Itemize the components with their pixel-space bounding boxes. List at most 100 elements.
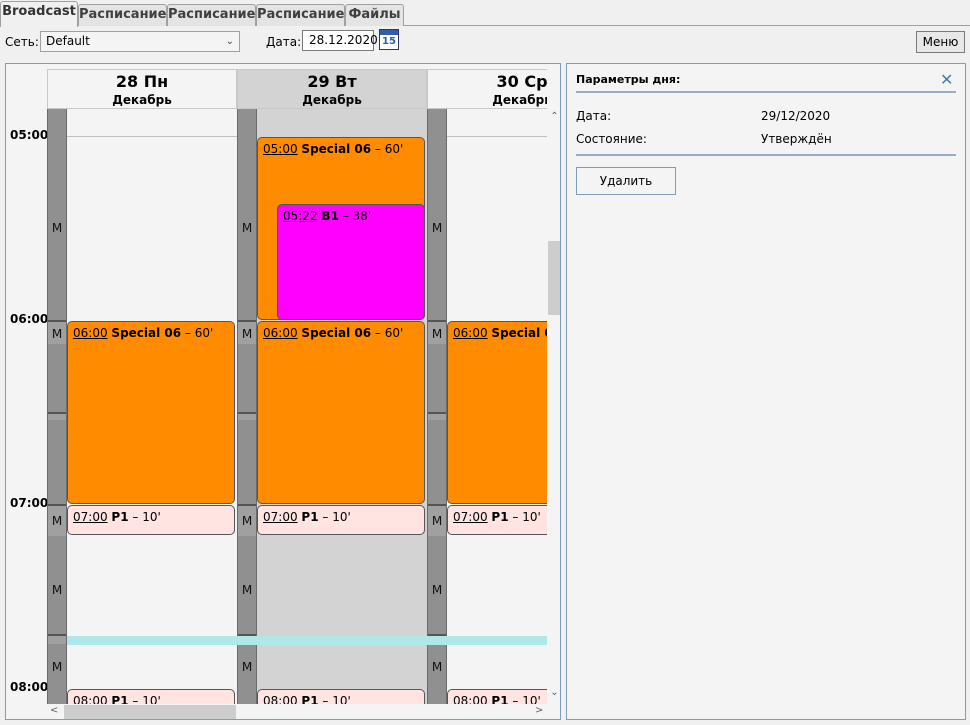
event-p1[interactable]: 07:00 P1 – 10' (257, 505, 425, 535)
calendar-icon[interactable]: 15 (379, 29, 399, 50)
event-name: P1 (111, 510, 129, 524)
day-header[interactable]: 30 Ср Декабрь (427, 69, 547, 109)
marker-segment (428, 412, 446, 420)
tab-schedule-2[interactable]: Расписание (167, 4, 256, 26)
event-time: 08:00 (263, 694, 298, 704)
event-name: Special 06 (491, 326, 547, 340)
event-name: P1 (111, 694, 129, 704)
marker-label: M (241, 327, 253, 341)
scroll-left-icon[interactable]: < (50, 705, 58, 716)
network-value: Default (46, 34, 90, 48)
event-duration: – 60' (371, 142, 404, 156)
marker-label: M (431, 583, 443, 597)
network-label: Сеть: (5, 35, 39, 49)
horizontal-scrollbar[interactable]: < > (47, 704, 547, 719)
event-p1[interactable]: 07:00 P1 – 10' (447, 505, 547, 535)
day-month: Декабрь (112, 93, 172, 107)
marker-label: M (241, 221, 253, 235)
day-month: Декабрь (492, 93, 547, 107)
marker-label: M (241, 660, 253, 674)
event-duration: – 10' (128, 694, 161, 704)
tab-broadcast[interactable]: Broadcast (0, 1, 78, 27)
event-p1[interactable]: 07:00 P1 – 10' (67, 505, 235, 535)
tab-schedule-3[interactable]: Расписание (256, 4, 345, 26)
event-name: P1 (301, 694, 319, 704)
marker-label: M (241, 583, 253, 597)
delete-button[interactable]: Удалить (576, 167, 676, 195)
event-b1[interactable]: 05:22 B1 – 38' (277, 204, 425, 320)
marker-label: M (51, 514, 63, 528)
time-label: 08:00 (10, 680, 49, 694)
event-time: 06:00 (453, 326, 488, 340)
event-duration: – 10' (318, 694, 351, 704)
event-duration: – 60' (371, 326, 404, 340)
day-title: 28 Пн (115, 72, 169, 91)
day-header-selected[interactable]: 29 Вт Декабрь (237, 69, 427, 109)
date-input[interactable]: 28.12.2020 (302, 30, 378, 51)
day-details-panel: Параметры дня: ✕ Дата: 29/12/2020 Состоя… (566, 63, 966, 720)
event-special[interactable]: 06:00 Special 06 – 60' (257, 321, 425, 504)
event-time: 05:22 (283, 209, 318, 223)
event-p1[interactable]: 08:00 P1 – 10' (67, 689, 235, 704)
tab-files[interactable]: Файлы (345, 4, 404, 26)
day-title: 29 Вт (307, 72, 357, 91)
marker-strip (427, 109, 447, 704)
calendar-view: 05:00 06:00 07:00 08:00 28 Пн Декабрь 29… (5, 63, 561, 720)
marker-label: M (51, 660, 63, 674)
event-name: Special 06 (301, 142, 372, 156)
date-field-value: 29/12/2020 (761, 109, 831, 123)
marker-label: M (241, 514, 253, 528)
event-duration: – 38' (338, 209, 372, 223)
marker-label: M (51, 221, 63, 235)
marker-label: M (51, 327, 63, 341)
vertical-scrollbar[interactable]: ⌃ ⌄ (547, 109, 560, 704)
event-time: 08:00 (453, 694, 488, 704)
marker-label: M (51, 583, 63, 597)
time-label: 07:00 (10, 496, 49, 510)
horizontal-scroll-thumb[interactable] (64, 705, 236, 719)
day-header[interactable]: 28 Пн Декабрь (47, 69, 237, 109)
date-field-label: Дата: (576, 109, 612, 123)
event-special[interactable]: 06:00 Special 06 (447, 321, 547, 504)
divider (576, 91, 956, 93)
event-name: Special 06 (301, 326, 372, 340)
marker-segment (48, 634, 66, 644)
marker-label: M (431, 327, 443, 341)
event-duration: – 10' (508, 510, 541, 524)
divider (576, 154, 956, 156)
marker-segment (238, 412, 256, 420)
event-time: 08:00 (73, 694, 108, 704)
event-time: 07:00 (73, 510, 108, 524)
event-time: 07:00 (263, 510, 298, 524)
vertical-scroll-thumb[interactable] (548, 241, 560, 315)
scroll-up-icon[interactable]: ⌃ (547, 111, 560, 122)
marker-label: M (431, 221, 443, 235)
event-name: P1 (491, 694, 509, 704)
network-select[interactable]: Default ⌄ (40, 31, 240, 52)
marker-strip (47, 109, 67, 704)
event-duration: – 60' (181, 326, 214, 340)
scroll-down-icon[interactable]: ⌄ (547, 687, 560, 698)
event-time: 06:00 (73, 326, 108, 340)
time-label: 06:00 (10, 312, 49, 326)
chevron-down-icon: ⌄ (225, 36, 234, 47)
close-icon[interactable]: ✕ (940, 70, 953, 89)
current-time-line (67, 636, 547, 645)
marker-segment (48, 412, 66, 420)
details-title: Параметры дня: (576, 73, 681, 86)
tab-bar: Broadcast Расписание Расписание Расписан… (0, 0, 970, 27)
tab-schedule-1[interactable]: Расписание (78, 4, 167, 26)
state-field-value: Утверждён (761, 132, 832, 146)
menu-button[interactable]: Меню (916, 31, 965, 53)
event-duration: – 10' (318, 510, 351, 524)
event-p1[interactable]: 08:00 P1 – 10' (257, 689, 425, 704)
event-name: B1 (321, 209, 339, 223)
time-gutter: 05:00 06:00 07:00 08:00 (6, 64, 49, 704)
scroll-right-icon[interactable]: > (535, 705, 543, 716)
event-p1[interactable]: 08:00 P1 – 10' (447, 689, 547, 704)
calendar-icon-number: 15 (382, 36, 396, 47)
day-month: Декабрь (302, 93, 362, 107)
event-special[interactable]: 06:00 Special 06 – 60' (67, 321, 235, 504)
event-name: P1 (491, 510, 509, 524)
marker-label: M (431, 514, 443, 528)
